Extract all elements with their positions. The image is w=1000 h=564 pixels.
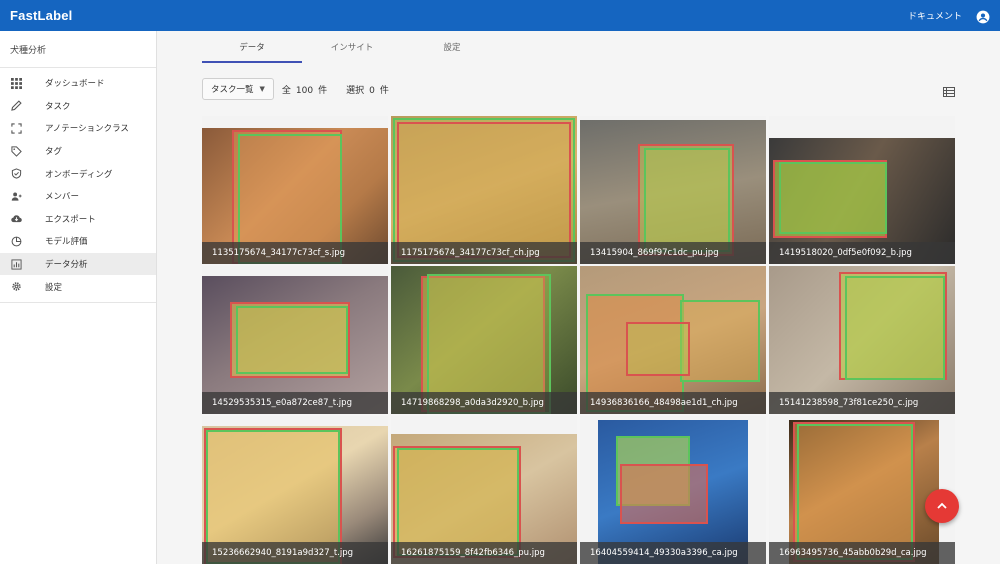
pencil-icon bbox=[11, 100, 22, 112]
list-view-icon[interactable] bbox=[943, 83, 955, 97]
brand-logo[interactable]: FastLabel bbox=[10, 8, 72, 23]
sidebar-item-label: メンバー bbox=[45, 192, 80, 203]
image-filename: 15141238598_73f81ce250_c.jpg bbox=[769, 392, 955, 414]
image-card[interactable]: 1419518020_0df5e0f092_b.jpg bbox=[769, 116, 955, 264]
task-filter-select[interactable]: タスク一覧 ▼ bbox=[202, 78, 274, 100]
sidebar-item-label: アノテーションクラス bbox=[45, 124, 129, 135]
toolbar: タスク一覧 ▼ 全 100 件 選択 0 件 bbox=[202, 78, 408, 100]
image-card[interactable]: 1175175674_34177c73cf_ch.jpg bbox=[391, 116, 577, 264]
image-filename: 14936836166_48498ae1d1_ch.jpg bbox=[580, 392, 766, 414]
sidebar-nav: ダッシュボード タスク アノテーションクラス タグ オンボーディング メンバー … bbox=[0, 68, 156, 303]
crop-frame-icon bbox=[11, 123, 22, 134]
image-card[interactable]: 1135175674_34177c73cf_s.jpg bbox=[202, 116, 388, 264]
image-filename: 14529535315_e0a872ce87_t.jpg bbox=[202, 392, 388, 414]
pie-chart-icon bbox=[11, 236, 22, 247]
total-value: 100 bbox=[295, 85, 314, 96]
task-filter-value: タスク一覧 bbox=[211, 85, 254, 95]
tab-data[interactable]: データ bbox=[202, 31, 302, 63]
selected-count: 選択 0 件 bbox=[346, 83, 394, 96]
sidebar-item-data-analysis[interactable]: データ分析 bbox=[0, 252, 156, 276]
sidebar-item-label: データ分析 bbox=[45, 260, 88, 271]
sidebar-item-tags[interactable]: タグ bbox=[0, 140, 156, 163]
account-icon[interactable] bbox=[976, 9, 990, 23]
cloud-download-icon bbox=[11, 213, 22, 224]
sidebar-item-onboarding[interactable]: オンボーディング bbox=[0, 162, 156, 185]
image-filename: 16261875159_8f42fb6346_pu.jpg bbox=[391, 542, 577, 564]
sidebar-item-tasks[interactable]: タスク bbox=[0, 95, 156, 118]
project-title: 犬種分析 bbox=[0, 31, 156, 68]
bbox-green bbox=[680, 300, 760, 382]
sidebar: 犬種分析 ダッシュボード タスク アノテーションクラス タグ オンボーディング … bbox=[0, 31, 157, 564]
total-count: 全 100 件 bbox=[282, 83, 332, 96]
sidebar-item-annotation-classes[interactable]: アノテーションクラス bbox=[0, 117, 156, 140]
tab-settings[interactable]: 設定 bbox=[402, 31, 502, 63]
app-bar: FastLabel ドキュメント bbox=[0, 0, 1000, 31]
bbox-red bbox=[620, 464, 708, 524]
members-icon bbox=[11, 191, 22, 202]
grid-icon bbox=[11, 77, 22, 89]
sidebar-item-label: 設定 bbox=[45, 282, 63, 293]
total-prefix: 全 bbox=[281, 85, 291, 96]
bbox-green bbox=[397, 448, 519, 556]
image-filename: 1175175674_34177c73cf_ch.jpg bbox=[391, 242, 577, 264]
tab-bar: データ インサイト 設定 bbox=[202, 31, 502, 63]
sidebar-item-export[interactable]: エクスポート bbox=[0, 208, 156, 231]
image-card[interactable]: 14719868298_a0da3d2920_b.jpg bbox=[391, 266, 577, 414]
image-card[interactable]: 16261875159_8f42fb6346_pu.jpg bbox=[391, 416, 577, 564]
bbox-green bbox=[845, 276, 945, 380]
selected-value: 0 bbox=[369, 85, 375, 96]
chevron-down-icon: ▼ bbox=[259, 85, 265, 93]
image-filename: 16963495736_45abb0b29d_ca.jpg bbox=[769, 542, 955, 564]
image-filename: 16404559414_49330a3396_ca.jpg bbox=[580, 542, 766, 564]
selected-suffix: 件 bbox=[379, 85, 389, 96]
bbox-green bbox=[644, 148, 730, 252]
sidebar-item-settings[interactable]: 設定 bbox=[0, 275, 156, 298]
image-card[interactable]: 15236662940_8191a9d327_t.jpg bbox=[202, 416, 388, 564]
sidebar-item-label: タスク bbox=[45, 101, 71, 112]
docs-link[interactable]: ドキュメント bbox=[908, 9, 962, 22]
sidebar-item-label: モデル評価 bbox=[45, 237, 88, 248]
scroll-to-top-button[interactable] bbox=[925, 489, 959, 523]
sidebar-item-label: ダッシュボード bbox=[45, 79, 105, 90]
image-card[interactable]: 13415904_869f97c1dc_pu.jpg bbox=[580, 116, 766, 264]
sidebar-item-label: オンボーディング bbox=[45, 169, 113, 180]
shield-check-icon bbox=[11, 168, 22, 179]
image-card[interactable]: 15141238598_73f81ce250_c.jpg bbox=[769, 266, 955, 414]
image-filename: 1135175674_34177c73cf_s.jpg bbox=[202, 242, 388, 264]
image-card[interactable]: 16404559414_49330a3396_ca.jpg bbox=[580, 416, 766, 564]
image-card[interactable]: 14529535315_e0a872ce87_t.jpg bbox=[202, 266, 388, 414]
sidebar-item-label: タグ bbox=[45, 147, 63, 158]
image-card[interactable]: 14936836166_48498ae1d1_ch.jpg bbox=[580, 266, 766, 414]
selected-prefix: 選択 bbox=[346, 85, 365, 96]
total-suffix: 件 bbox=[318, 85, 328, 96]
sidebar-item-dashboard[interactable]: ダッシュボード bbox=[0, 72, 156, 95]
image-filename: 1419518020_0df5e0f092_b.jpg bbox=[769, 242, 955, 264]
main-content: データ インサイト 設定 タスク一覧 ▼ 全 100 件 選択 0 件 11351756… bbox=[157, 31, 1000, 564]
tab-insight[interactable]: インサイト bbox=[302, 31, 402, 63]
chevron-up-icon bbox=[937, 502, 947, 509]
image-grid: 1135175674_34177c73cf_s.jpg 1175175674_3… bbox=[202, 116, 955, 564]
bbox-red bbox=[626, 322, 690, 376]
bbox-red bbox=[397, 122, 571, 258]
image-card[interactable]: 16963495736_45abb0b29d_ca.jpg bbox=[769, 416, 955, 564]
image-filename: 14719868298_a0da3d2920_b.jpg bbox=[391, 392, 577, 414]
bbox-green bbox=[797, 424, 913, 560]
tag-icon bbox=[11, 145, 22, 157]
bbox-green bbox=[236, 306, 348, 374]
gear-icon bbox=[11, 281, 22, 292]
sidebar-item-model-evaluation[interactable]: モデル評価 bbox=[0, 230, 156, 253]
sidebar-item-label: エクスポート bbox=[45, 214, 96, 225]
sidebar-item-members[interactable]: メンバー bbox=[0, 185, 156, 208]
image-filename: 15236662940_8191a9d327_t.jpg bbox=[202, 542, 388, 564]
bbox-green bbox=[779, 162, 887, 234]
image-filename: 13415904_869f97c1dc_pu.jpg bbox=[580, 242, 766, 264]
bar-chart-icon bbox=[11, 259, 22, 270]
